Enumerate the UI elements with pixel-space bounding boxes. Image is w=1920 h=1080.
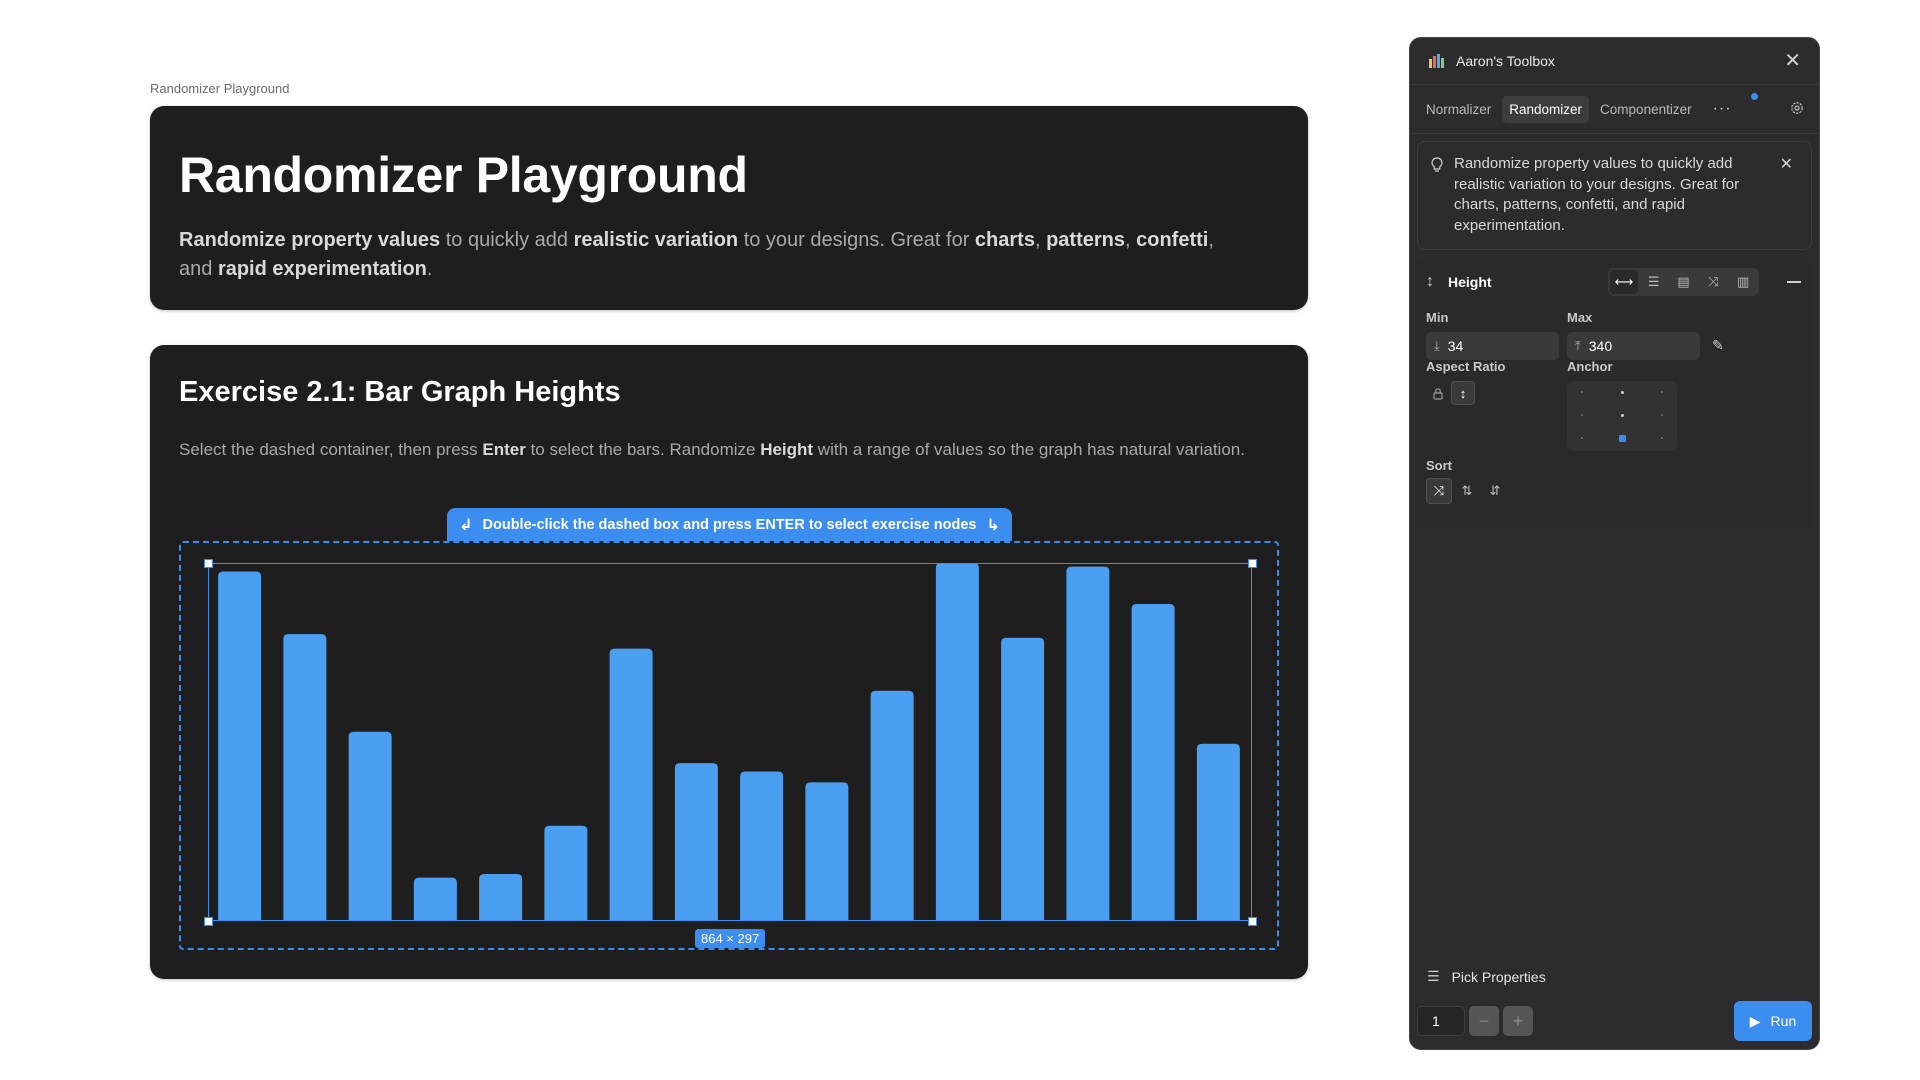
text-segment: rapid experimentation [217,258,427,280]
aspect-ratio-label: Aspect Ratio [1426,359,1506,374]
run-label: Run [1770,1013,1797,1029]
text-segment: , [1124,229,1137,251]
text-segment: to your designs. Great for [738,229,975,251]
exercise-card: Exercise 2.1: Bar Graph Heights Select t… [150,345,1308,979]
sort-label: Sort [1426,458,1452,473]
arrow-down-to-line-icon: ⤓ [1434,338,1440,353]
lightbulb-icon [1431,157,1443,172]
exercise-description: Select the dashed container, then press … [179,437,1259,462]
vertical-axis-icon[interactable]: ↕ [1451,381,1475,405]
arrow-down-left-icon: ↲ [459,516,473,534]
text-segment: realistic variation [573,229,739,251]
resize-handle-tr[interactable] [1248,559,1257,568]
sort-descending-icon[interactable]: ⇵ [1482,478,1508,504]
notification-dot [1751,93,1758,100]
anchor-point[interactable] [1581,437,1583,439]
panel-title: Aaron's Toolbox [1456,53,1555,69]
toolbox-logo-icon [1429,54,1444,68]
remove-property-icon[interactable] [1787,281,1801,283]
resize-handle-br[interactable] [1248,917,1257,926]
anchor-point-selected[interactable] [1619,435,1626,442]
anchor-point[interactable] [1621,414,1624,417]
columns-mode-icon[interactable]: ▥ [1729,270,1757,294]
count-input[interactable]: 1 [1417,1006,1465,1036]
list-mode-icon[interactable]: ☰ [1640,270,1668,294]
anchor-point[interactable] [1621,391,1624,394]
lock-icon[interactable] [1426,381,1450,405]
min-input[interactable]: ⤓ 34 [1426,332,1559,360]
text-segment: Enter [482,440,526,459]
text-segment: to select the bars. Randomize [525,440,761,459]
shuffle-icon[interactable]: ⤨ [1426,478,1452,504]
frame-label: Randomizer Playground [150,81,290,96]
hint-text: Double-click the dashed box and press EN… [482,516,977,533]
anchor-point[interactable] [1661,391,1663,393]
arrow-up-to-line-icon: ⤒ [1575,338,1581,353]
min-value: 34 [1447,338,1464,354]
tab-normalizer[interactable]: Normalizer [1419,96,1498,123]
shuffle-mode-icon[interactable]: ⤨ [1699,270,1727,294]
sort-ascending-icon[interactable]: ⇅ [1454,478,1480,504]
pick-properties-button[interactable]: ☰ Pick Properties [1427,968,1546,985]
tab-randomizer[interactable]: Randomizer [1502,95,1590,123]
anchor-point[interactable] [1581,414,1583,416]
plugin-panel: Aaron's Toolbox ✕ Normalizer Randomizer … [1409,37,1820,1050]
hero-card: Randomizer Playground Randomize property… [150,106,1308,310]
run-button[interactable]: ▶ Run [1734,1001,1812,1041]
hero-title: Randomizer Playground [179,147,748,203]
mode-toolbar: ⟷ ☰ ▤ ⤨ ▥ [1608,268,1759,296]
hint-banner: ↲ Double-click the dashed box and press … [447,508,1012,541]
info-callout: Randomize property values to quickly add… [1417,141,1812,250]
anchor-point[interactable] [1581,391,1583,393]
preset-mode-icon[interactable]: ▤ [1670,270,1698,294]
text-segment: Select the dashed container, then press [179,440,483,459]
list-checks-icon: ☰ [1427,968,1440,984]
range-mode-icon[interactable]: ⟷ [1610,270,1638,294]
dashed-container[interactable]: 864 × 297 [179,541,1279,950]
increment-button[interactable]: + [1503,1006,1533,1036]
resize-handle-tl[interactable] [204,559,213,568]
max-value: 340 [1588,338,1613,354]
text-segment: to quickly add [440,229,574,251]
anchor-grid[interactable] [1567,381,1677,451]
anchor-point[interactable] [1661,437,1663,439]
text-segment: Randomize property values [179,229,441,251]
dimension-badge: 864 × 297 [695,929,766,948]
panel-tabs: Normalizer Randomizer Componentizer ··· [1410,85,1819,134]
anchor-point[interactable] [1661,414,1663,416]
max-input[interactable]: ⤒ 340 [1567,332,1700,360]
text-segment: confetti [1136,229,1209,251]
max-label: Max [1567,310,1593,325]
anchor-label: Anchor [1567,359,1613,374]
exercise-title: Exercise 2.1: Bar Graph Heights [179,376,621,408]
property-name: Height [1448,274,1492,290]
play-icon: ▶ [1749,1012,1761,1029]
selection-outline [208,563,1252,921]
pick-properties-label: Pick Properties [1451,968,1546,985]
eyedropper-icon[interactable]: ✎ [1712,337,1724,354]
panel-titlebar: Aaron's Toolbox ✕ [1410,38,1819,85]
text-segment: charts [974,229,1035,251]
height-property-section: ↕ Height ⟷ ☰ ▤ ⤨ ▥ Min ⤓ 34 Max ⤒ 340 ✎ … [1416,258,1813,528]
tab-componentizer[interactable]: Componentizer [1593,96,1699,123]
text-segment: . [426,258,433,280]
hero-description: Randomize property values to quickly add… [179,226,1239,284]
resize-handle-bl[interactable] [204,917,213,926]
text-segment: Height [760,440,814,459]
text-segment: patterns [1046,229,1125,251]
decrement-button[interactable]: − [1469,1006,1499,1036]
close-icon[interactable]: ✕ [1784,51,1801,71]
dismiss-icon[interactable]: ✕ [1780,154,1793,174]
vertical-resize-icon: ↕ [1426,273,1434,290]
panel-footer: 1 − + ▶ Run [1417,1001,1812,1041]
gear-icon[interactable] [1789,100,1805,116]
more-icon[interactable]: ··· [1713,100,1732,118]
min-label: Min [1426,310,1449,325]
info-text: Randomize property values to quickly add… [1454,155,1740,234]
text-segment: , [1034,229,1047,251]
text-segment: with a range of values so the graph has … [813,440,1245,459]
arrow-down-right-icon: ↳ [986,516,1000,534]
